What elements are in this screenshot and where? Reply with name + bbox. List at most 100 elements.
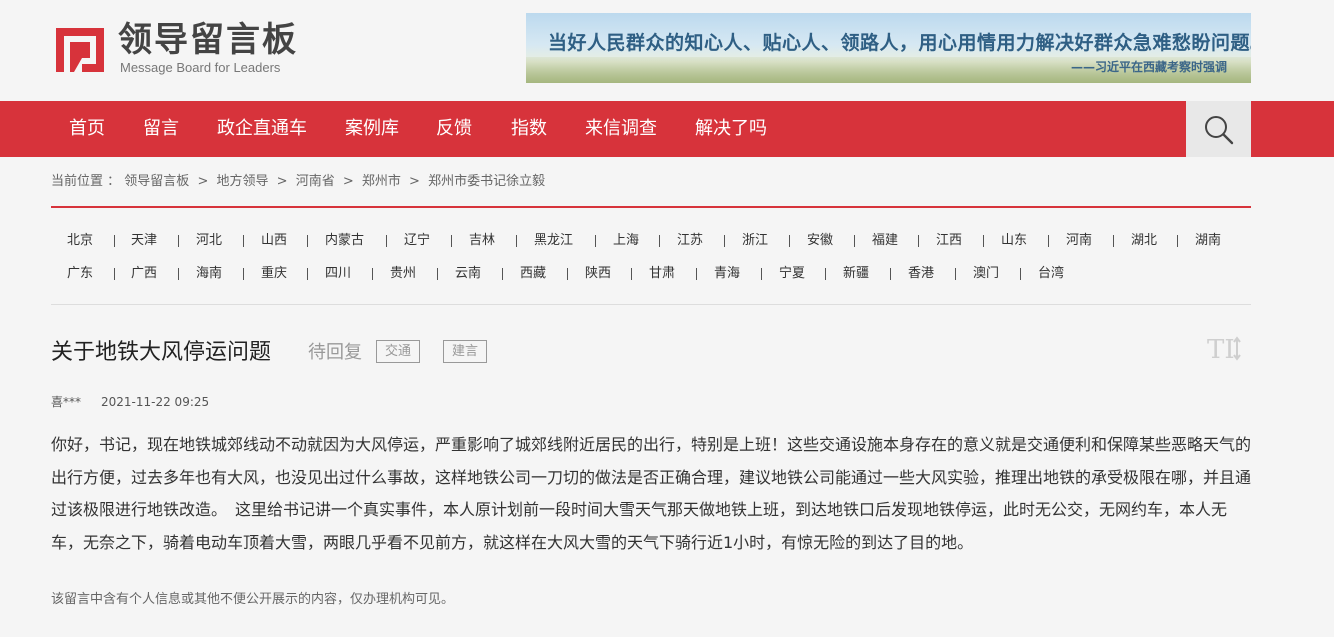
banner-quote: 当好人民群众的知心人、贴心人、领路人，用心用情用力解决好群众急难愁盼问题。 bbox=[548, 32, 1251, 54]
nav-item-survey[interactable]: 来信调查 bbox=[585, 101, 657, 157]
province-separator bbox=[243, 235, 244, 247]
logo-mark-icon bbox=[56, 28, 104, 72]
divider bbox=[51, 304, 1251, 305]
province-link[interactable]: 上海 bbox=[613, 233, 639, 249]
province-link[interactable]: 香港 bbox=[908, 266, 934, 282]
province-link[interactable]: 辽宁 bbox=[404, 233, 430, 249]
province-link[interactable]: 海南 bbox=[196, 266, 222, 282]
province-separator bbox=[724, 235, 725, 247]
province-link[interactable]: 陕西 bbox=[585, 266, 611, 282]
province-separator bbox=[659, 235, 660, 247]
province-separator bbox=[516, 235, 517, 247]
status-badge: 待回复 bbox=[308, 342, 362, 363]
logo-subtitle: Message Board for Leaders bbox=[120, 60, 281, 75]
divider bbox=[51, 206, 1251, 208]
province-link[interactable]: 河北 bbox=[196, 233, 222, 249]
province-link[interactable]: 山西 bbox=[261, 233, 287, 249]
main-nav: 首页 留言 政企直通车 案例库 反馈 指数 来信调查 解决了吗 bbox=[0, 101, 1334, 157]
province-link[interactable]: 河南 bbox=[1066, 233, 1092, 249]
logo-title: 领导留言板 bbox=[118, 20, 298, 60]
province-link[interactable]: 四川 bbox=[325, 266, 351, 282]
font-size-icon: TI bbox=[1207, 335, 1241, 365]
breadcrumb-separator: > bbox=[342, 174, 354, 189]
breadcrumb-item[interactable]: 领导留言板 bbox=[124, 174, 189, 189]
province-link[interactable]: 澳门 bbox=[973, 266, 999, 282]
nav-item-cases[interactable]: 案例库 bbox=[345, 101, 399, 157]
breadcrumb-item[interactable]: 地方领导 bbox=[216, 174, 268, 189]
province-link[interactable]: 吉林 bbox=[469, 233, 495, 249]
province-link[interactable]: 浙江 bbox=[742, 233, 768, 249]
banner-source: ——习近平在西藏考察时强调 bbox=[1070, 60, 1227, 74]
message-title: 关于地铁大风停运问题 bbox=[51, 340, 272, 365]
province-link[interactable]: 江西 bbox=[936, 233, 962, 249]
province-link[interactable]: 江苏 bbox=[677, 233, 703, 249]
province-separator bbox=[178, 268, 179, 280]
province-separator bbox=[372, 268, 373, 280]
province-separator bbox=[595, 235, 596, 247]
province-link[interactable]: 湖南 bbox=[1195, 233, 1221, 249]
breadcrumb-item[interactable]: 郑州市委书记徐立毅 bbox=[428, 174, 545, 189]
province-separator bbox=[789, 235, 790, 247]
nav-item-message[interactable]: 留言 bbox=[143, 101, 179, 157]
province-link[interactable]: 广东 bbox=[67, 266, 93, 282]
province-separator bbox=[918, 235, 919, 247]
breadcrumb-separator: > bbox=[276, 174, 288, 189]
nav-item-feedback[interactable]: 反馈 bbox=[436, 101, 472, 157]
province-link[interactable]: 贵州 bbox=[390, 266, 416, 282]
province-link[interactable]: 台湾 bbox=[1038, 266, 1064, 282]
province-link[interactable]: 北京 bbox=[67, 233, 93, 249]
breadcrumb-item[interactable]: 河南省 bbox=[296, 174, 335, 189]
province-separator bbox=[955, 268, 956, 280]
province-link[interactable]: 重庆 bbox=[261, 266, 287, 282]
province-separator bbox=[1020, 268, 1021, 280]
nav-item-resolved[interactable]: 解决了吗 bbox=[695, 101, 767, 157]
province-link[interactable]: 新疆 bbox=[843, 266, 869, 282]
province-separator bbox=[696, 268, 697, 280]
province-link[interactable]: 云南 bbox=[455, 266, 481, 282]
province-separator bbox=[1113, 235, 1114, 247]
province-separator bbox=[451, 235, 452, 247]
font-size-toggle-button[interactable]: TI bbox=[1207, 334, 1241, 365]
header: 领导留言板 Message Board for Leaders 当好人民群众的知… bbox=[0, 0, 1334, 101]
province-link[interactable]: 天津 bbox=[131, 233, 157, 249]
nav-item-home[interactable]: 首页 bbox=[69, 101, 105, 157]
province-link[interactable]: 甘肃 bbox=[649, 266, 675, 282]
province-link[interactable]: 广西 bbox=[131, 266, 157, 282]
province-separator bbox=[890, 268, 891, 280]
slogan-banner: 当好人民群众的知心人、贴心人、领路人，用心用情用力解决好群众急难愁盼问题。 ——… bbox=[526, 13, 1251, 83]
breadcrumb-separator: > bbox=[197, 174, 209, 189]
tag-suggestion[interactable]: 建言 bbox=[443, 340, 488, 363]
province-separator bbox=[825, 268, 826, 280]
province-separator bbox=[983, 235, 984, 247]
font-size-icon-glyph: TI bbox=[1207, 335, 1235, 362]
province-link[interactable]: 安徽 bbox=[807, 233, 833, 249]
search-button[interactable] bbox=[1186, 101, 1251, 157]
tag-traffic[interactable]: 交通 bbox=[376, 340, 421, 363]
province-separator bbox=[178, 235, 179, 247]
breadcrumb-label: 当前位置 ： bbox=[51, 174, 121, 189]
nav-item-enterprise[interactable]: 政企直通车 bbox=[217, 101, 307, 157]
breadcrumb-item[interactable]: 郑州市 bbox=[362, 174, 401, 189]
province-link[interactable]: 西藏 bbox=[520, 266, 546, 282]
province-link[interactable]: 青海 bbox=[714, 266, 740, 282]
message-content: 你好，书记，现在地铁城郊线动不动就因为大风停运，严重影响了城郊线附近居民的出行，… bbox=[51, 435, 1252, 552]
site-logo[interactable]: 领导留言板 Message Board for Leaders bbox=[52, 18, 322, 78]
message-author: 喜*** bbox=[51, 395, 82, 409]
privacy-notice: 该留言中含有个人信息或其他不便公开展示的内容，仅办理机构可见。 bbox=[51, 592, 455, 607]
nav-item-index[interactable]: 指数 bbox=[511, 101, 547, 157]
province-link[interactable]: 湖北 bbox=[1131, 233, 1157, 249]
province-link[interactable]: 福建 bbox=[872, 233, 898, 249]
province-separator bbox=[567, 268, 568, 280]
province-separator bbox=[386, 235, 387, 247]
province-separator bbox=[761, 268, 762, 280]
province-link[interactable]: 宁夏 bbox=[779, 266, 805, 282]
province-link[interactable]: 山东 bbox=[1001, 233, 1027, 249]
province-separator bbox=[114, 268, 115, 280]
province-separator bbox=[243, 268, 244, 280]
province-separator bbox=[854, 235, 855, 247]
province-link[interactable]: 黑龙江 bbox=[534, 233, 573, 249]
province-separator bbox=[114, 235, 115, 247]
province-separator bbox=[502, 268, 503, 280]
province-separator bbox=[1177, 235, 1178, 247]
province-link[interactable]: 内蒙古 bbox=[325, 233, 364, 249]
